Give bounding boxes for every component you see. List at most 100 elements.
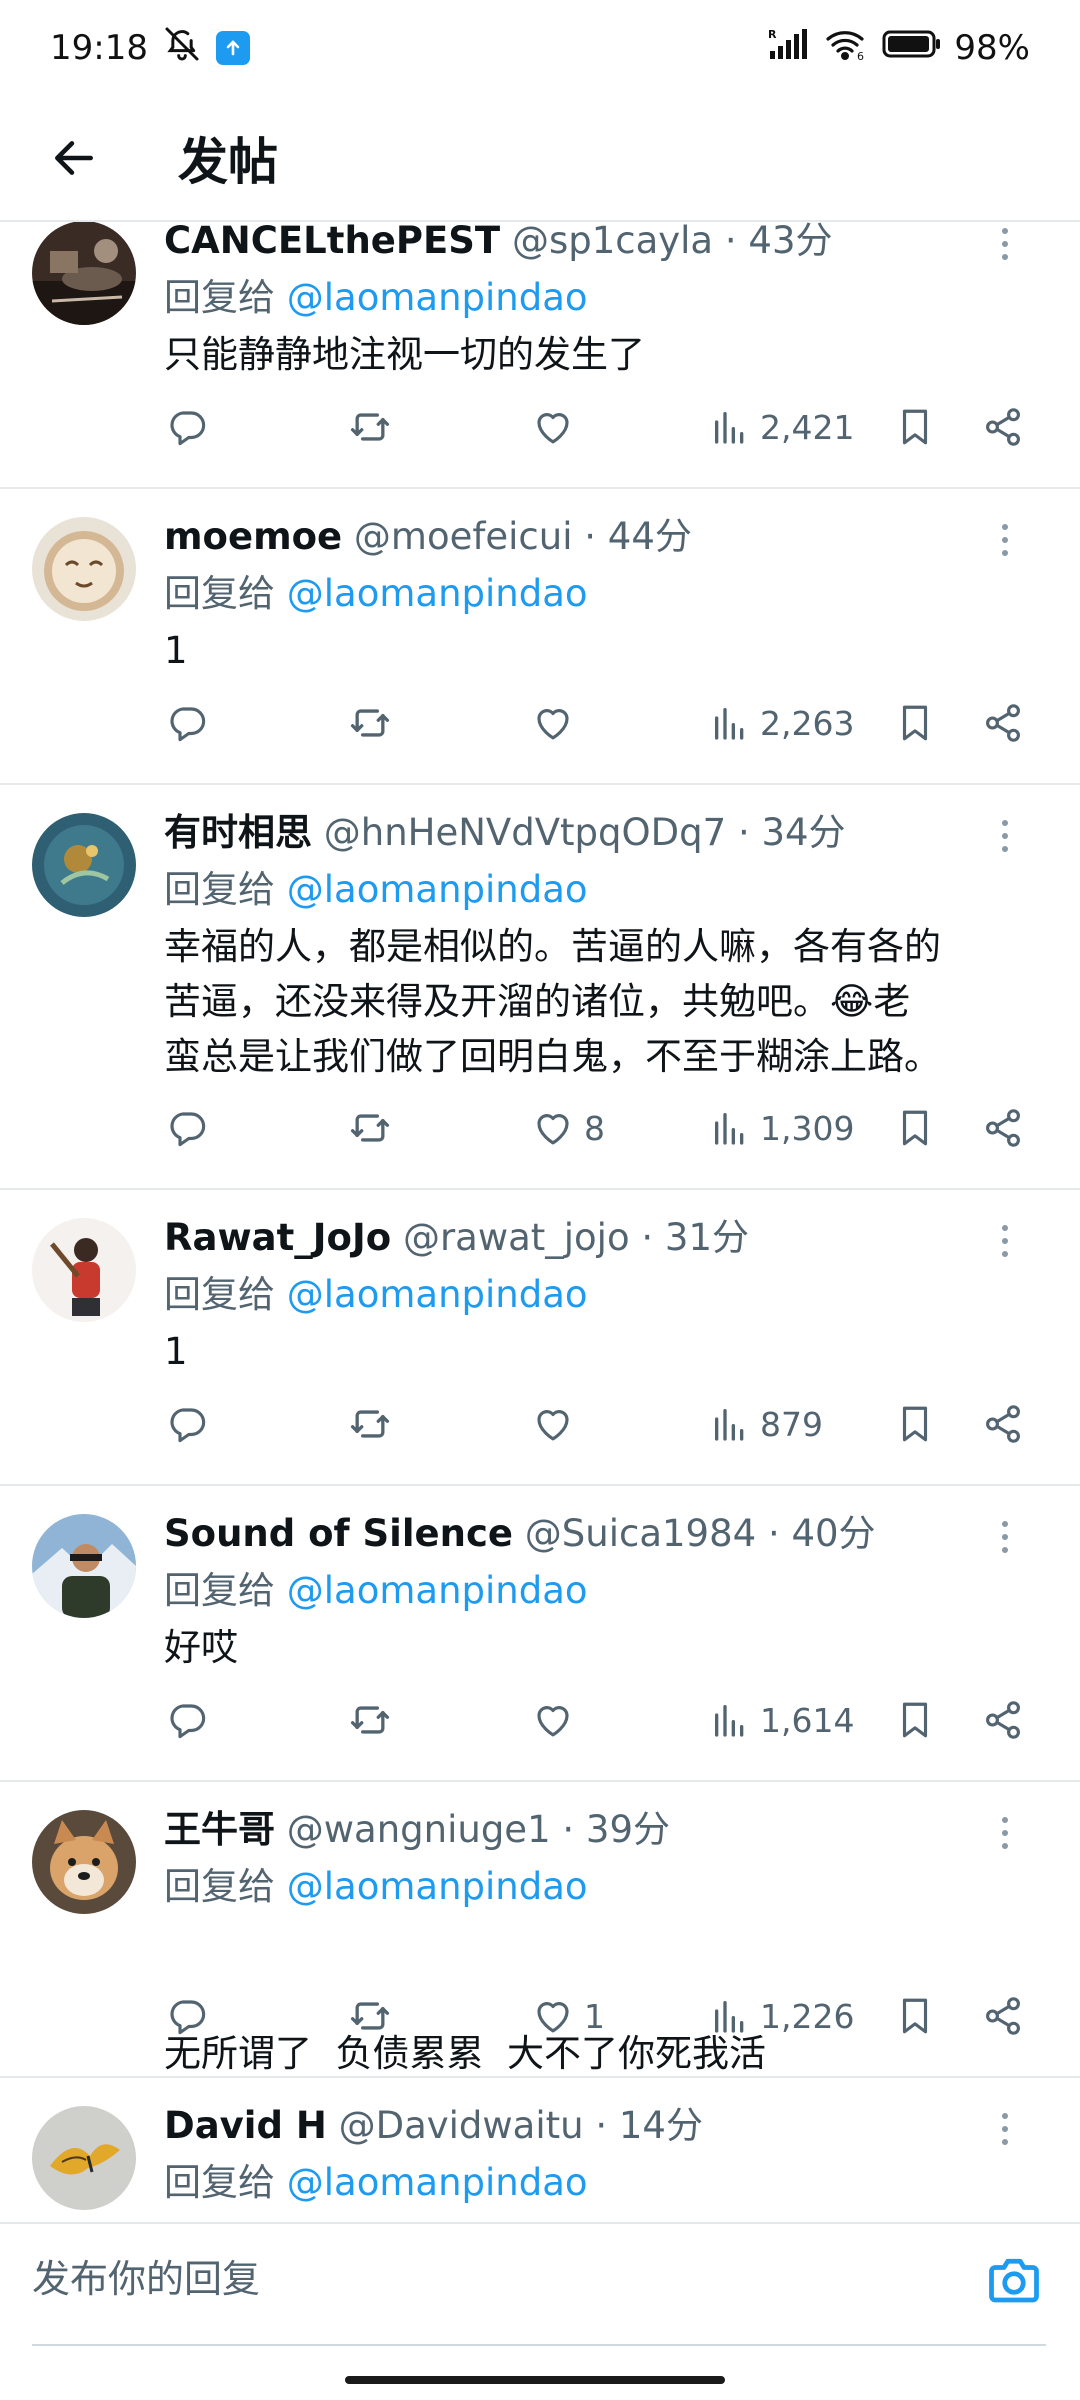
like-button[interactable] xyxy=(532,1394,584,1454)
reply-feed[interactable]: CANCELthePEST @sp1cayla · 43分 回复给 @laoma… xyxy=(0,222,1080,2220)
bookmark-button[interactable] xyxy=(894,1690,936,1750)
reply-icon xyxy=(170,1704,206,1739)
avatar[interactable] xyxy=(32,1514,136,1618)
user-handle[interactable]: @moefeicui xyxy=(354,515,573,558)
views-chart-icon xyxy=(715,412,744,444)
views-button[interactable]: 879 xyxy=(710,1394,823,1454)
reply-tweet[interactable]: 有时相思 @hnHeNVdVtpqODq7 · 34分 回复给 @laomanp… xyxy=(0,785,1080,1190)
user-name[interactable]: moemoe xyxy=(164,515,342,558)
mention-link[interactable]: @laomanpindao xyxy=(287,868,588,911)
reply-tweet[interactable]: 王牛哥 @wangniuge1 · 39分 回复给 @laomanpindao … xyxy=(0,1782,1080,2078)
heart-icon xyxy=(537,2002,569,2033)
avatar[interactable] xyxy=(32,517,136,621)
views-button[interactable]: 2,263 xyxy=(710,693,854,753)
like-button[interactable] xyxy=(532,397,584,457)
user-name[interactable]: 有时相思 xyxy=(164,811,312,854)
camera-button[interactable] xyxy=(984,2250,1044,2310)
bookmark-button[interactable] xyxy=(894,1098,936,1158)
more-options-button[interactable] xyxy=(992,1512,1018,1562)
avatar[interactable] xyxy=(32,2106,136,2210)
repost-button[interactable] xyxy=(348,1690,392,1750)
reply-button[interactable] xyxy=(166,1986,208,2046)
share-button[interactable] xyxy=(982,397,1024,457)
bookmark-button[interactable] xyxy=(894,1394,936,1454)
mention-link[interactable]: @laomanpindao xyxy=(287,1273,588,1316)
more-options-button[interactable] xyxy=(992,1808,1018,1858)
bookmark-button[interactable] xyxy=(894,397,936,457)
reply-tweet[interactable]: Rawat_JoJo @rawat_jojo · 31分 回复给 @laoman… xyxy=(0,1190,1080,1486)
avatar[interactable] xyxy=(32,222,136,325)
mention-link[interactable]: @laomanpindao xyxy=(287,1569,588,1612)
user-name[interactable]: David H xyxy=(164,2104,327,2147)
share-button[interactable] xyxy=(982,1394,1024,1454)
like-button[interactable]: 1 xyxy=(532,1986,605,2046)
tweet-time: · 14分 xyxy=(595,2104,703,2147)
mention-link[interactable]: @laomanpindao xyxy=(287,572,588,615)
reply-input[interactable]: 发布你的回复 xyxy=(32,2224,962,2334)
user-name[interactable]: Sound of Silence xyxy=(164,1512,513,1555)
user-handle[interactable]: @hnHeNVdVtpqODq7 xyxy=(324,811,726,854)
views-count: 2,421 xyxy=(760,407,855,447)
svg-text:R: R xyxy=(768,28,777,41)
views-button[interactable]: 1,614 xyxy=(710,1690,854,1750)
reply-prefix: 回复给 xyxy=(164,1273,275,1316)
avatar[interactable] xyxy=(32,1218,136,1322)
heart-icon xyxy=(537,1410,569,1441)
user-handle[interactable]: @rawat_jojo xyxy=(403,1216,630,1259)
reply-button[interactable] xyxy=(166,397,208,457)
heart-icon xyxy=(537,1706,569,1737)
user-name[interactable]: CANCELthePEST xyxy=(164,222,500,262)
repost-button[interactable] xyxy=(348,397,392,457)
reply-prefix: 回复给 xyxy=(164,1865,275,1908)
action-bar: 2,263 xyxy=(164,693,1040,753)
reply-tweet[interactable]: Sound of Silence @Suica1984 · 40分 回复给 @l… xyxy=(0,1486,1080,1782)
repost-button[interactable] xyxy=(348,1098,392,1158)
user-name[interactable]: Rawat_JoJo xyxy=(164,1216,391,1259)
repost-button[interactable] xyxy=(348,693,392,753)
reply-tweet[interactable]: CANCELthePEST @sp1cayla · 43分 回复给 @laoma… xyxy=(0,222,1080,489)
like-button[interactable]: 8 xyxy=(532,1098,605,1158)
more-options-button[interactable] xyxy=(992,811,1018,861)
reply-button[interactable] xyxy=(166,693,208,753)
repost-button[interactable] xyxy=(348,1394,392,1454)
avatar[interactable] xyxy=(32,1810,136,1914)
bookmark-button[interactable] xyxy=(894,1986,936,2046)
bookmark-icon xyxy=(902,1998,928,2034)
like-count: 1 xyxy=(584,1996,605,2036)
share-button[interactable] xyxy=(982,1986,1024,2046)
replying-to: 回复给 @laomanpindao xyxy=(164,272,588,324)
user-handle[interactable]: @Suica1984 xyxy=(525,1512,756,1555)
mention-link[interactable]: @laomanpindao xyxy=(287,1865,588,1908)
bookmark-icon xyxy=(902,705,928,741)
views-button[interactable]: 1,226 xyxy=(710,1986,854,2046)
mention-link[interactable]: @laomanpindao xyxy=(287,2161,588,2204)
user-handle[interactable]: @sp1cayla xyxy=(512,222,713,262)
back-button[interactable] xyxy=(34,118,114,198)
more-options-button[interactable] xyxy=(992,2104,1018,2154)
home-indicator[interactable] xyxy=(345,2376,725,2384)
like-button[interactable] xyxy=(532,1690,584,1750)
status-time: 19:18 xyxy=(50,28,148,68)
share-button[interactable] xyxy=(982,1098,1024,1158)
reply-button[interactable] xyxy=(166,1098,208,1158)
more-options-button[interactable] xyxy=(992,1216,1018,1266)
user-handle[interactable]: @wangniuge1 xyxy=(287,1808,551,1851)
share-button[interactable] xyxy=(982,1690,1024,1750)
views-button[interactable]: 2,421 xyxy=(710,397,854,457)
more-options-button[interactable] xyxy=(992,515,1018,565)
user-name[interactable]: 王牛哥 xyxy=(164,1808,275,1851)
mention-link[interactable]: @laomanpindao xyxy=(287,276,588,319)
more-options-button[interactable] xyxy=(992,222,1018,269)
reply-tweet[interactable]: David H @Davidwaitu · 14分 回复给 @laomanpin… xyxy=(0,2078,1080,2220)
avatar[interactable] xyxy=(32,813,136,917)
share-icon xyxy=(986,704,1020,742)
user-handle[interactable]: @Davidwaitu xyxy=(339,2104,584,2147)
reply-button[interactable] xyxy=(166,1690,208,1750)
reply-button[interactable] xyxy=(166,1394,208,1454)
reply-tweet[interactable]: moemoe @moefeicui · 44分 回复给 @laomanpinda… xyxy=(0,489,1080,785)
like-button[interactable] xyxy=(532,693,584,753)
views-button[interactable]: 1,309 xyxy=(710,1098,854,1158)
share-button[interactable] xyxy=(982,693,1024,753)
repost-button[interactable] xyxy=(348,1986,392,2046)
bookmark-button[interactable] xyxy=(894,693,936,753)
